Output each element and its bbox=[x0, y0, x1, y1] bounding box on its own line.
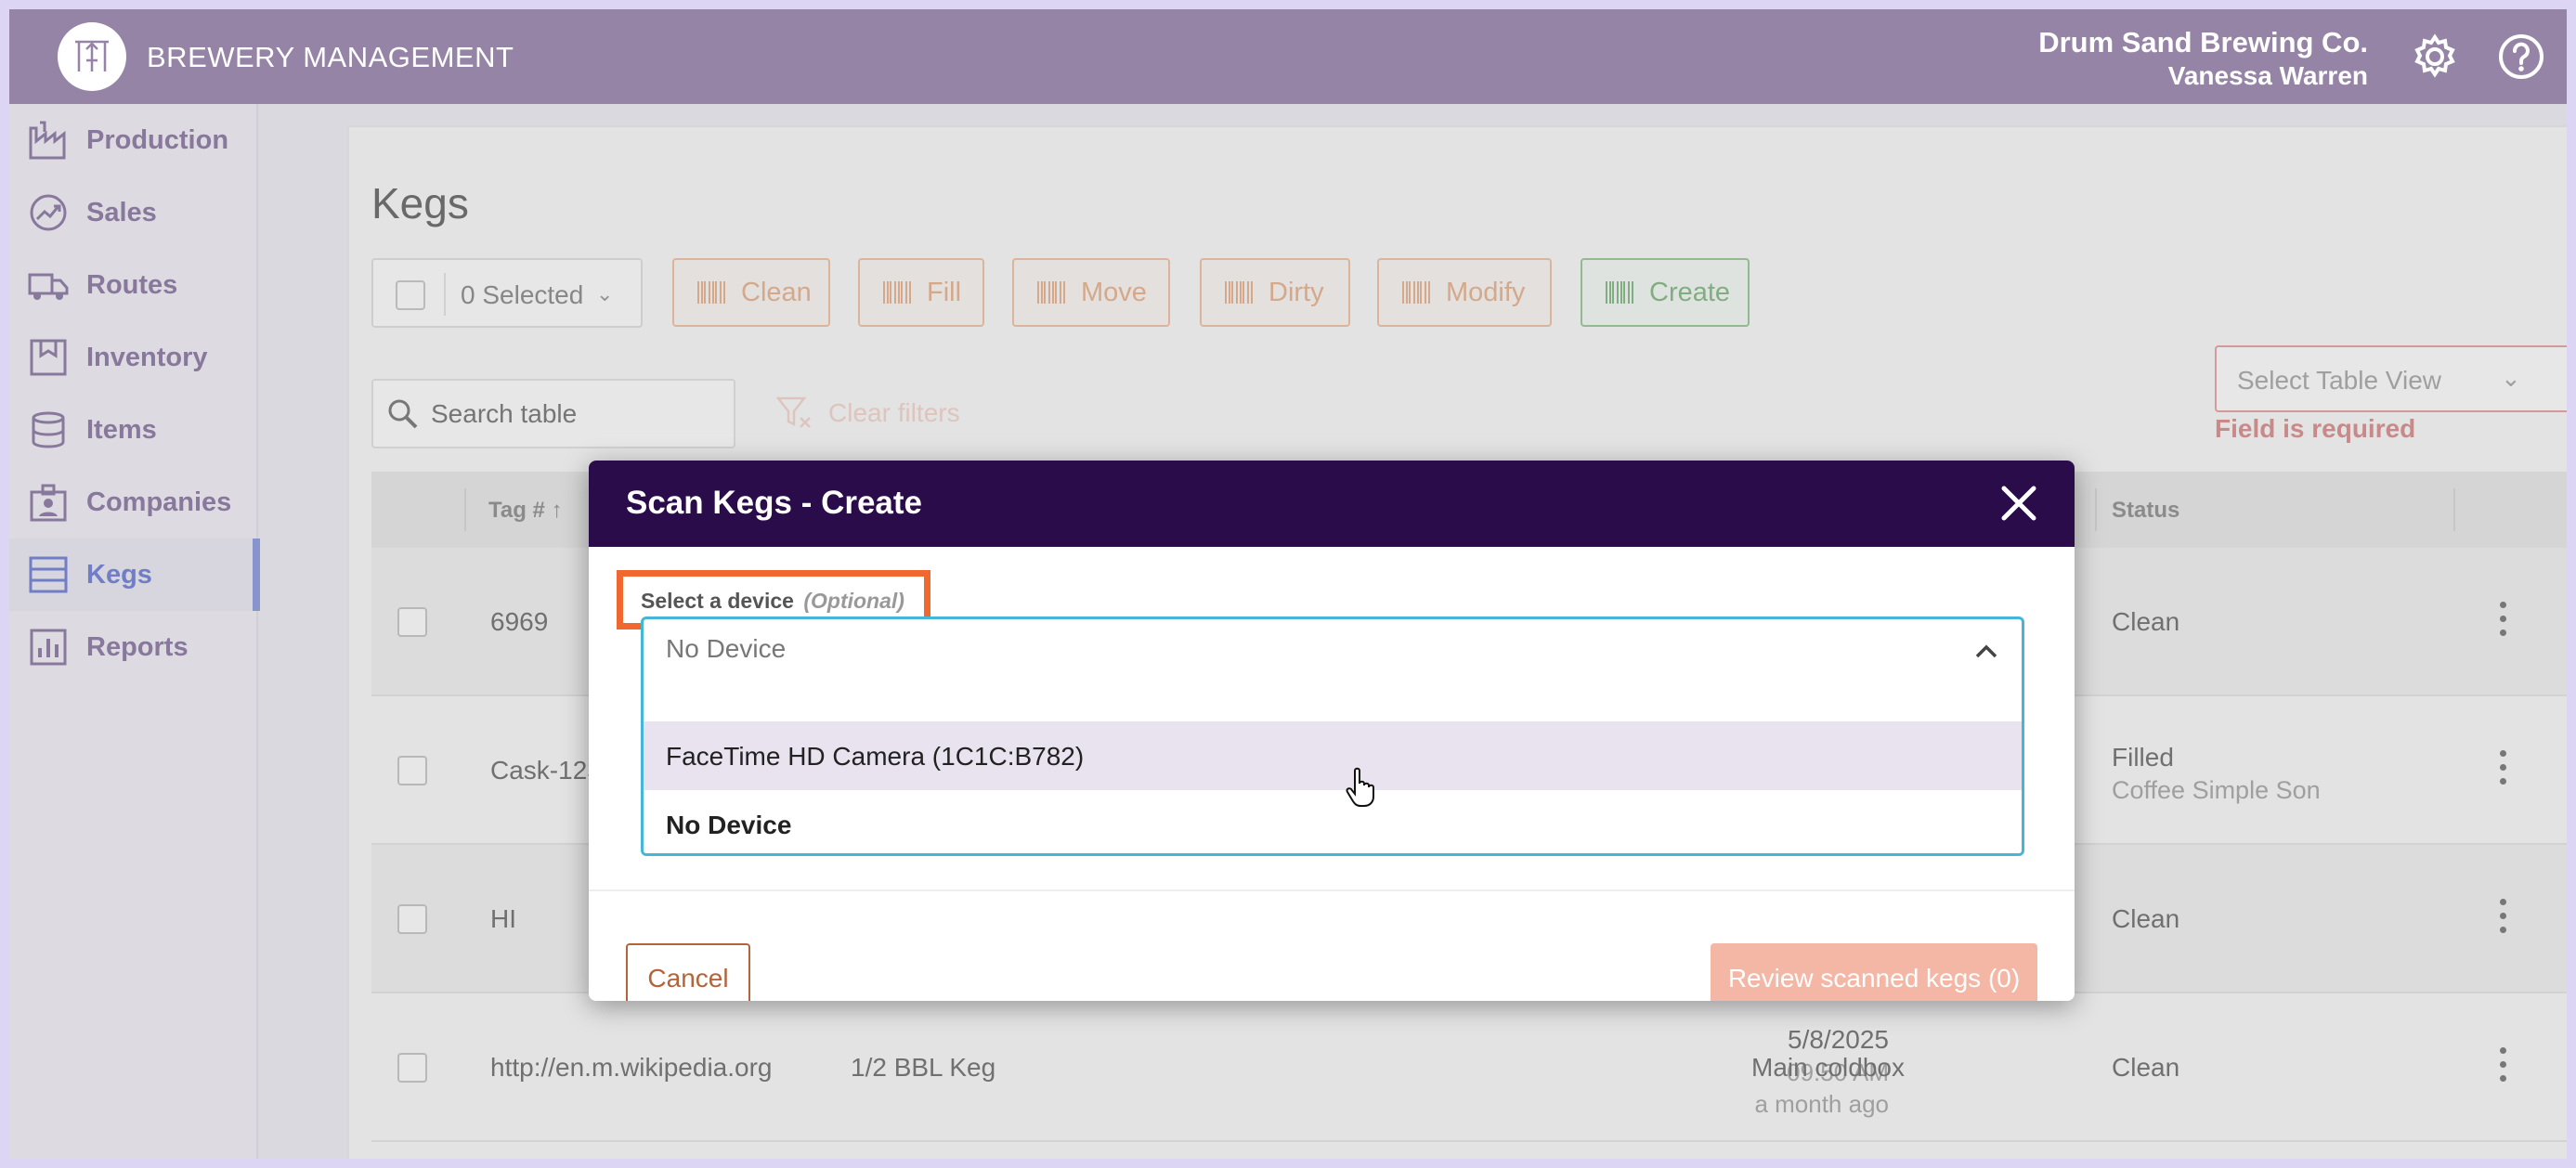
device-select-label-text: Select a device bbox=[641, 589, 794, 613]
chevron-up-icon[interactable] bbox=[1973, 642, 1999, 660]
help-icon[interactable] bbox=[2496, 32, 2546, 82]
hand-cursor-icon bbox=[1346, 767, 1374, 807]
optional-hint: (Optional) bbox=[803, 589, 904, 613]
modal-header: Scan Kegs - Create bbox=[589, 461, 2075, 547]
device-option-label: FaceTime HD Camera (1C1C:B782) bbox=[666, 742, 1085, 771]
device-option-no-device[interactable]: No Device bbox=[644, 790, 2022, 853]
scan-kegs-modal: Scan Kegs - Create Select a device (Opti… bbox=[589, 461, 2075, 1001]
cancel-button[interactable]: Cancel bbox=[626, 943, 750, 1001]
brewery-logo-icon[interactable] bbox=[58, 22, 126, 91]
company-name[interactable]: Drum Sand Brewing Co. bbox=[2038, 26, 2368, 59]
device-select-label: Select a device (Optional) bbox=[641, 589, 904, 614]
device-option-facetime[interactable]: FaceTime HD Camera (1C1C:B782) bbox=[644, 721, 2022, 790]
gear-icon[interactable] bbox=[2410, 32, 2460, 82]
user-name[interactable]: Vanessa Warren bbox=[2168, 61, 2368, 91]
device-select-dropdown[interactable]: No Device FaceTime HD Camera (1C1C:B782)… bbox=[641, 616, 2024, 856]
app-title: BREWERY MANAGEMENT bbox=[147, 41, 514, 73]
device-select-value: No Device bbox=[666, 634, 787, 663]
modal-title: Scan Kegs - Create bbox=[626, 485, 923, 521]
review-scanned-kegs-button[interactable]: Review scanned kegs (0) bbox=[1711, 943, 2037, 1001]
close-icon[interactable] bbox=[1998, 483, 2039, 524]
device-option-label: No Device bbox=[666, 811, 792, 839]
app-header: BREWERY MANAGEMENT Drum Sand Brewing Co.… bbox=[9, 9, 2567, 104]
